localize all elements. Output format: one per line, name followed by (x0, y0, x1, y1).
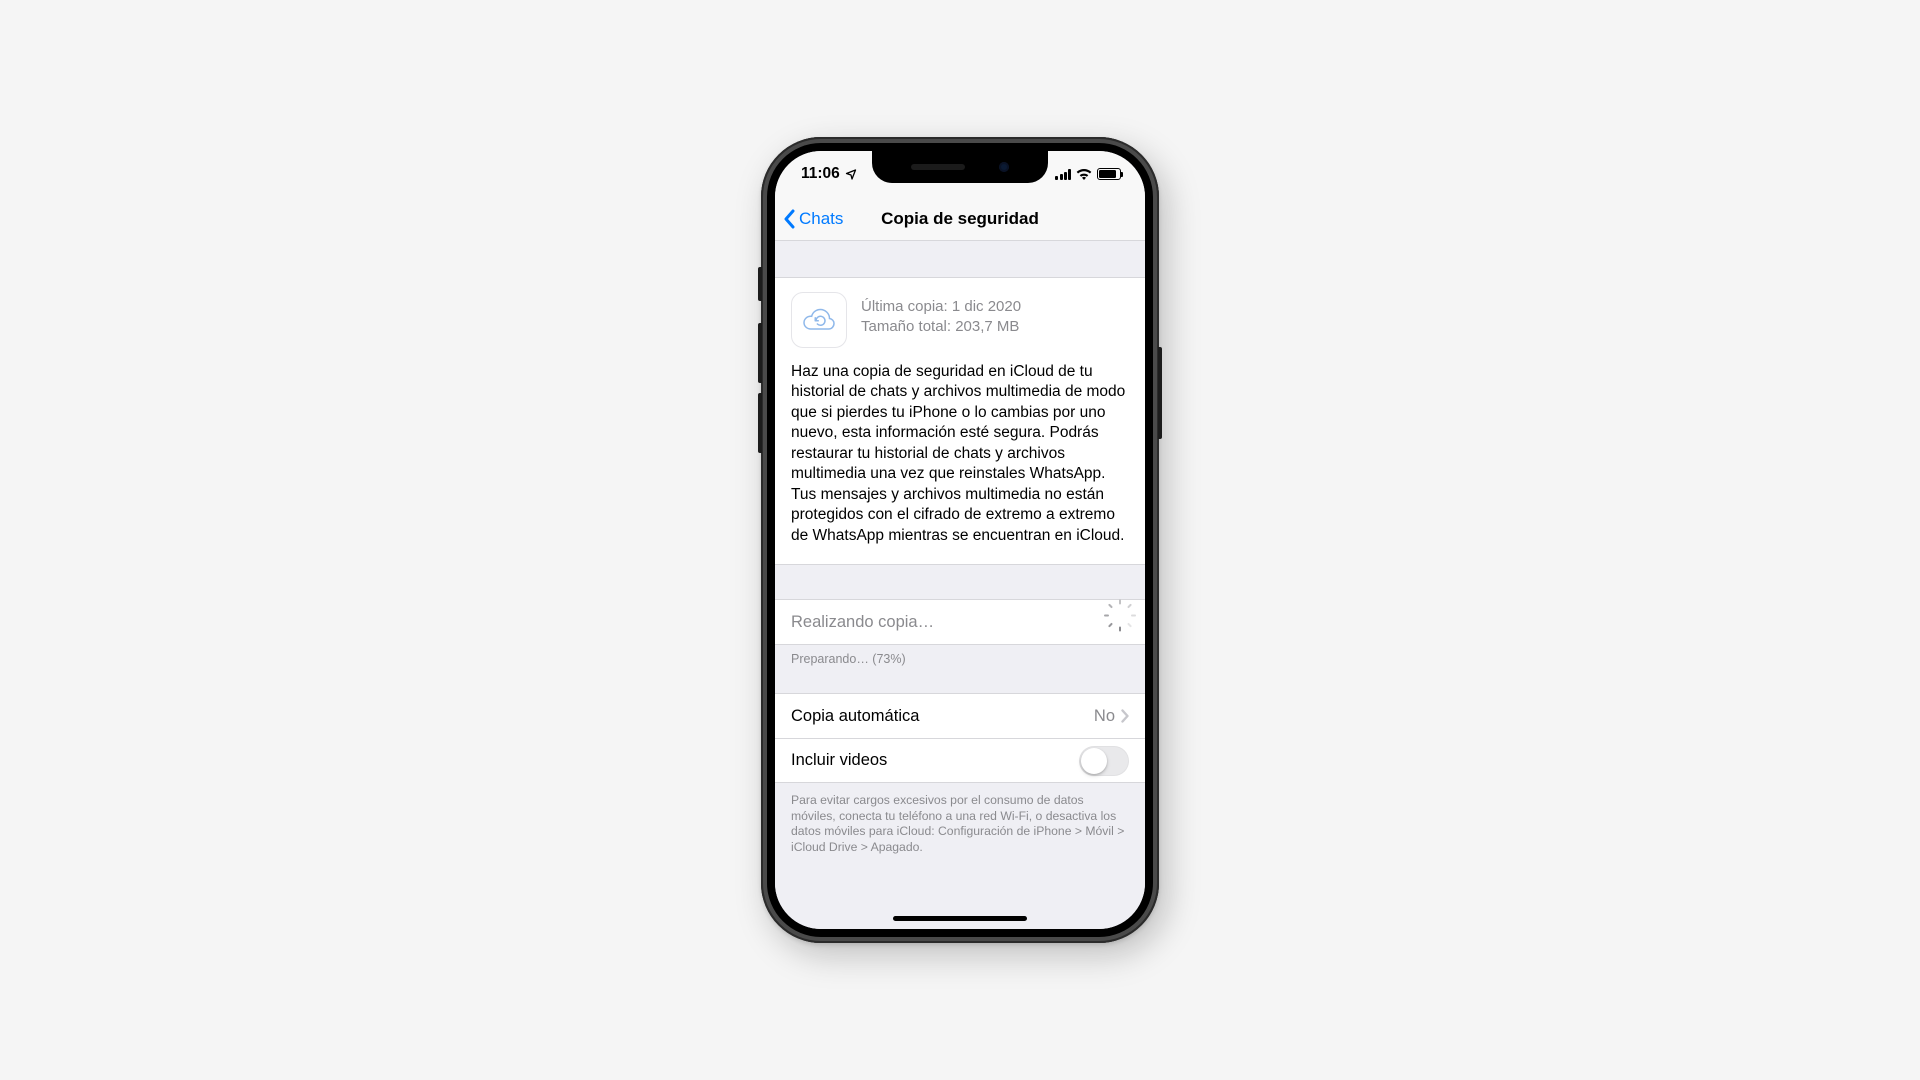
auto-backup-value: No (1094, 707, 1115, 726)
phone-frame: 11:06 Chats Copia de seguridad (761, 137, 1159, 943)
battery-icon (1097, 168, 1121, 180)
volume-up-button (758, 323, 762, 383)
side-button (1158, 347, 1162, 439)
location-icon (845, 168, 857, 180)
backup-in-progress-row: Realizando copia… (775, 600, 1145, 644)
spinner-icon (1111, 613, 1129, 631)
earpiece-speaker (911, 164, 965, 170)
cellular-icon (1055, 169, 1071, 180)
include-videos-label: Incluir videos (791, 751, 1079, 770)
backup-info-section: Última copia: 1 dic 2020 Tamaño total: 2… (775, 277, 1145, 565)
backup-description: Haz una copia de seguridad en iCloud de … (791, 362, 1129, 546)
back-button[interactable]: Chats (783, 209, 843, 229)
notch (872, 151, 1048, 183)
last-backup-label: Última copia: 1 dic 2020 (861, 298, 1021, 315)
home-indicator[interactable] (893, 916, 1027, 921)
chevron-left-icon (783, 209, 795, 229)
icloud-backup-icon (791, 292, 847, 348)
include-videos-toggle[interactable] (1079, 746, 1129, 776)
chevron-right-icon (1121, 709, 1129, 723)
volume-down-button (758, 393, 762, 453)
settings-footer: Para evitar cargos excesivos por el cons… (775, 783, 1145, 855)
backup-status-label: Realizando copia… (791, 613, 1111, 632)
total-size-label: Tamaño total: 203,7 MB (861, 318, 1021, 335)
mute-switch (758, 267, 762, 301)
page-title: Copia de seguridad (881, 209, 1039, 229)
wifi-icon (1076, 168, 1092, 180)
auto-backup-row[interactable]: Copia automática No (775, 694, 1145, 738)
navigation-bar: Chats Copia de seguridad (775, 197, 1145, 241)
include-videos-row: Incluir videos (775, 738, 1145, 782)
front-camera (999, 162, 1009, 172)
status-time: 11:06 (801, 165, 840, 183)
screen: 11:06 Chats Copia de seguridad (775, 151, 1145, 929)
content: Última copia: 1 dic 2020 Tamaño total: 2… (775, 241, 1145, 929)
backup-progress-section: Realizando copia… (775, 599, 1145, 645)
back-label: Chats (799, 209, 843, 229)
auto-backup-label: Copia automática (791, 707, 1094, 726)
backup-stage-label: Preparando… (73%) (775, 645, 1145, 667)
backup-settings-section: Copia automática No Incluir videos (775, 693, 1145, 783)
